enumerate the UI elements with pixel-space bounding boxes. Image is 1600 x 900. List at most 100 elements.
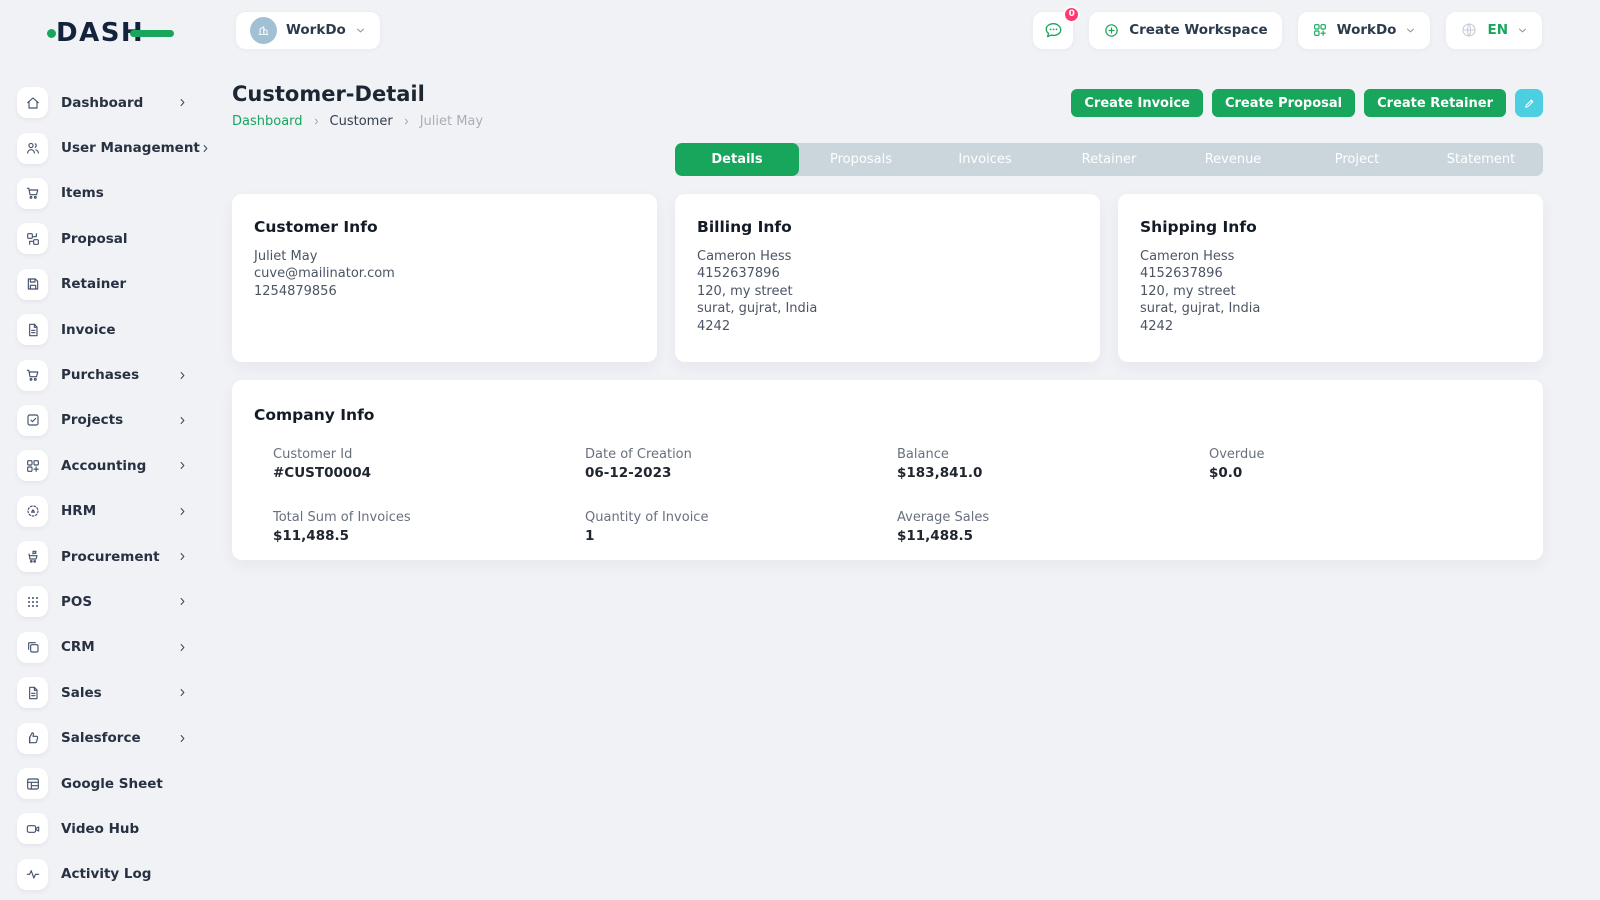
sidebar-item-activity-log[interactable]: Activity Log [0, 852, 212, 897]
plus-circle-icon [1103, 22, 1120, 39]
sidebar-item-label: HRM [61, 503, 177, 519]
company-info-card: Company Info Customer Id #CUST00004 Date… [232, 380, 1543, 560]
billing-phone: 4152637896 [697, 265, 1078, 282]
billing-zip: 4242 [697, 318, 1078, 335]
file-icon [17, 314, 48, 345]
field-label: Customer Id [273, 447, 585, 462]
create-retainer-button[interactable]: Create Retainer [1364, 89, 1506, 117]
sidebar-item-crm[interactable]: CRM [0, 625, 212, 670]
sidebar-item-proposal[interactable]: Proposal [0, 216, 212, 261]
app-switcher-button[interactable]: WorkDo [1297, 11, 1432, 50]
field-value: 1 [585, 528, 897, 544]
sidebar-item-label: Projects [61, 412, 177, 428]
create-workspace-label: Create Workspace [1129, 22, 1267, 38]
topbar: WorkDo 0 Create Workspace WorkDo EN [235, 10, 1543, 50]
customer-name: Juliet May [254, 248, 635, 265]
sidebar-item-retainer[interactable]: Retainer [0, 262, 212, 307]
sidebar-item-label: Proposal [61, 231, 188, 247]
sidebar-item-hrm[interactable]: HRM [0, 489, 212, 534]
workspace-avatar [250, 17, 277, 44]
grid-plus-icon [17, 450, 48, 481]
chevron-down-icon [355, 25, 366, 36]
shipping-name: Cameron Hess [1140, 248, 1521, 265]
chevron-right-icon [177, 460, 188, 471]
page-actions: Create Invoice Create Proposal Create Re… [1071, 89, 1543, 117]
tab-invoices[interactable]: Invoices [923, 143, 1047, 176]
billing-info-card: Billing Info Cameron Hess 4152637896 120… [675, 194, 1100, 362]
sidebar-item-purchases[interactable]: Purchases [0, 352, 212, 397]
sidebar-item-procurement[interactable]: Procurement [0, 534, 212, 579]
card-title: Billing Info [697, 218, 1078, 236]
chevron-right-icon [177, 642, 188, 653]
sidebar-item-video-hub[interactable]: Video Hub [0, 806, 212, 851]
tab-details[interactable]: Details [675, 143, 799, 176]
chevron-right-icon [200, 143, 211, 154]
page-header: Customer-Detail Dashboard Customer Julie… [232, 82, 1543, 129]
sidebar-item-label: Dashboard [61, 95, 177, 111]
sidebar-item-google-sheet[interactable]: Google Sheet [0, 761, 212, 806]
sidebar-item-label: Procurement [61, 549, 177, 565]
field-label: Date of Creation [585, 447, 897, 462]
card-title: Customer Info [254, 218, 635, 236]
create-workspace-button[interactable]: Create Workspace [1088, 11, 1282, 50]
sidebar-item-dashboard[interactable]: Dashboard [0, 80, 212, 125]
chevron-right-icon [177, 596, 188, 607]
chevron-right-icon [177, 370, 188, 381]
tab-project[interactable]: Project [1295, 143, 1419, 176]
save-icon [17, 269, 48, 300]
field-label: Total Sum of Invoices [273, 510, 585, 525]
sidebar-item-label: Invoice [61, 322, 188, 338]
sidebar-item-label: Sales [61, 685, 177, 701]
shipping-zip: 4242 [1140, 318, 1521, 335]
breadcrumb: Dashboard Customer Juliet May [232, 114, 483, 129]
field-label: Overdue [1209, 447, 1521, 462]
workspace-selector[interactable]: WorkDo [235, 11, 381, 50]
copy-icon [17, 632, 48, 663]
messages-button[interactable]: 0 [1032, 11, 1074, 50]
detail-tabs: Details Proposals Invoices Retainer Reve… [675, 143, 1543, 176]
sidebar-item-projects[interactable]: Projects [0, 398, 212, 443]
brand-logo[interactable]: DASH [56, 16, 160, 50]
app-switcher-label: WorkDo [1337, 22, 1397, 38]
language-selector[interactable]: EN [1445, 11, 1543, 50]
activity-icon [17, 859, 48, 890]
home-icon [17, 87, 48, 118]
sidebar-item-user-management[interactable]: User Management [0, 125, 212, 170]
sidebar-item-label: Accounting [61, 458, 177, 474]
table-icon [17, 768, 48, 799]
sidebar-item-label: Activity Log [61, 866, 188, 882]
sidebar-item-invoice[interactable]: Invoice [0, 307, 212, 352]
check-square-icon [17, 405, 48, 436]
chat-icon [1043, 20, 1064, 41]
tab-retainer[interactable]: Retainer [1047, 143, 1171, 176]
field-overdue: Overdue $0.0 [1209, 447, 1521, 481]
chevron-right-icon [177, 733, 188, 744]
field-label: Quantity of Invoice [585, 510, 897, 525]
field-value: $11,488.5 [897, 528, 1209, 544]
tab-proposals[interactable]: Proposals [799, 143, 923, 176]
file-icon [17, 677, 48, 708]
shipping-phone: 4152637896 [1140, 265, 1521, 282]
chevron-right-icon [402, 117, 411, 126]
sidebar-item-salesforce[interactable]: Salesforce [0, 715, 212, 760]
sidebar-item-sales[interactable]: Sales [0, 670, 212, 715]
sidebar-item-pos[interactable]: POS [0, 579, 212, 624]
main-content: Customer-Detail Dashboard Customer Julie… [232, 68, 1543, 560]
billing-city: surat, gujrat, India [697, 300, 1078, 317]
breadcrumb-link-dashboard[interactable]: Dashboard [232, 114, 303, 129]
tab-statement[interactable]: Statement [1419, 143, 1543, 176]
field-date-of-creation: Date of Creation 06-12-2023 [585, 447, 897, 481]
field-value: $0.0 [1209, 465, 1521, 481]
sidebar-item-label: User Management [61, 140, 200, 156]
edit-customer-button[interactable] [1515, 89, 1543, 117]
sidebar-item-items[interactable]: Items [0, 171, 212, 216]
breadcrumb-link-customer[interactable]: Customer [330, 114, 393, 129]
create-invoice-button[interactable]: Create Invoice [1071, 89, 1203, 117]
sidebar-item-label: POS [61, 594, 177, 610]
cart-flag-icon [17, 541, 48, 572]
page-title: Customer-Detail [232, 82, 483, 106]
tab-revenue[interactable]: Revenue [1171, 143, 1295, 176]
sidebar-item-accounting[interactable]: Accounting [0, 443, 212, 488]
create-proposal-button[interactable]: Create Proposal [1212, 89, 1355, 117]
billing-name: Cameron Hess [697, 248, 1078, 265]
